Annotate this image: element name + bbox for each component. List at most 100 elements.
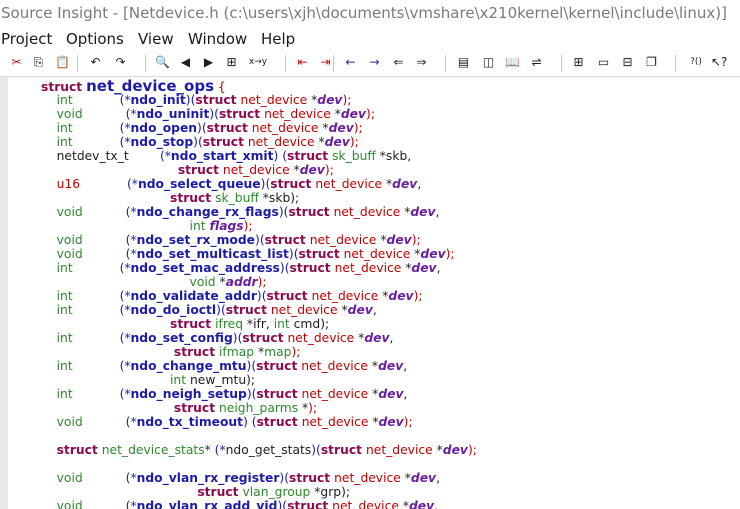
- code-token: )(: [288, 247, 299, 261]
- code-token: *: [368, 415, 379, 429]
- layout-panel-icon[interactable]: ▭: [596, 55, 611, 70]
- code-token: )(: [246, 359, 257, 373]
- code-token: map: [264, 345, 292, 359]
- code-token: *: [254, 345, 265, 359]
- code-token: dev: [420, 247, 446, 261]
- code-token: ,: [403, 387, 408, 401]
- menu-view[interactable]: View: [138, 30, 174, 48]
- symbol-window-icon[interactable]: ▤: [456, 55, 471, 70]
- code-token: cmd);: [289, 317, 330, 331]
- jump-next-icon[interactable]: ⇒: [414, 55, 429, 70]
- code-token: vlan_group: [242, 485, 311, 499]
- code-token: dev: [328, 121, 354, 135]
- code-token: *: [400, 205, 411, 219]
- code-token: ,: [417, 177, 422, 191]
- code-token: dev: [410, 471, 437, 485]
- cut-icon[interactable]: ✂: [9, 55, 24, 70]
- code-line: struct net_device_stats* (*ndo_get_stats…: [41, 443, 477, 457]
- code-token: );: [467, 443, 477, 457]
- jump-prev-icon[interactable]: ⇐: [391, 55, 406, 70]
- code-token: );: [324, 163, 334, 177]
- code-token: *: [337, 303, 348, 317]
- code-token: *: [307, 93, 318, 107]
- copy-icon[interactable]: ⎘: [31, 55, 46, 70]
- code-token: struct: [41, 80, 83, 94]
- code-token: ,: [436, 261, 441, 275]
- code-token: (*: [125, 233, 137, 247]
- redo-icon[interactable]: ↷: [113, 55, 128, 70]
- code-token: *: [398, 499, 409, 509]
- code-token: (*: [119, 359, 131, 373]
- code-line: struct net_device_ops {: [41, 79, 226, 95]
- code-token: int: [56, 359, 73, 373]
- code-token: )(: [232, 331, 243, 345]
- code-token: dev: [364, 331, 390, 345]
- context-window-icon[interactable]: ◫: [481, 55, 496, 70]
- code-token: struct: [173, 345, 216, 359]
- search-icon[interactable]: 🔍: [155, 55, 170, 70]
- menu-project[interactable]: Project: [1, 30, 52, 48]
- menu-options[interactable]: Options: [66, 30, 124, 48]
- code-token: *skb);: [258, 191, 300, 205]
- code-token: struct: [242, 331, 284, 345]
- code-token: void: [56, 205, 83, 219]
- code-token: struct: [202, 135, 244, 149]
- menu-help[interactable]: Help: [261, 30, 295, 48]
- pointer-help-icon[interactable]: ↖?: [711, 55, 727, 70]
- code-token: struct: [287, 149, 329, 163]
- code-token: *: [215, 275, 226, 289]
- paste-icon[interactable]: 📋: [55, 55, 70, 70]
- back-arrow-icon[interactable]: ←: [343, 55, 358, 70]
- code-token: )(: [279, 471, 289, 485]
- code-line: int (*ndo_neigh_setup)(struct net_device…: [41, 387, 408, 401]
- code-token: *skb,: [375, 149, 412, 163]
- bookmark-prev-icon[interactable]: ⇤: [295, 55, 310, 70]
- help-icon[interactable]: ?(): [686, 55, 706, 70]
- layout-grid-icon[interactable]: ⊞: [571, 55, 586, 70]
- title-bar: Source Insight - [Netdevice.h (c:\users\…: [0, 0, 740, 28]
- undo-icon[interactable]: ↶: [88, 55, 103, 70]
- code-token: net_device: [365, 443, 433, 457]
- code-line: int (*ndo_stop)(struct net_device *dev);: [41, 135, 359, 149]
- code-token: int: [170, 373, 187, 387]
- replace-icon[interactable]: x→y: [248, 55, 268, 70]
- window-title: Source Insight - [Netdevice.h (c:\users\…: [1, 4, 727, 22]
- code-token: dev: [386, 233, 412, 247]
- relation-icon[interactable]: ⇌: [529, 55, 544, 70]
- code-token: void: [189, 275, 216, 289]
- layout-split-icon[interactable]: ⊟: [620, 55, 635, 70]
- code-token: ,: [434, 499, 439, 509]
- code-token: (*: [159, 149, 171, 163]
- code-token: dev: [410, 205, 436, 219]
- menu-window[interactable]: Window: [188, 30, 247, 48]
- toolbar-separator: [333, 55, 334, 72]
- browse-icon[interactable]: 📖: [505, 55, 520, 70]
- code-token: )(: [311, 443, 321, 457]
- search-project-icon[interactable]: ⊞: [224, 55, 239, 70]
- code-token: struct: [264, 233, 306, 247]
- code-line: u16 (*ndo_select_queue)(struct net_devic…: [41, 177, 422, 191]
- code-token: int: [56, 261, 73, 275]
- search-forward-icon[interactable]: ▶: [201, 55, 216, 70]
- code-token: netdev_tx_t: [41, 149, 160, 163]
- search-backward-icon[interactable]: ◀: [178, 55, 193, 70]
- code-token: struct: [287, 499, 329, 509]
- code-token: )(: [216, 303, 226, 317]
- bookmark-next-icon[interactable]: ⇥: [318, 55, 333, 70]
- code-editor[interactable]: struct net_device_ops { int (*ndo_init)(…: [8, 77, 740, 509]
- code-token: dev: [411, 261, 437, 275]
- code-token: *: [314, 135, 325, 149]
- code-token: );: [366, 107, 375, 121]
- forward-arrow-icon[interactable]: →: [367, 55, 382, 70]
- code-token: struct: [289, 471, 331, 485]
- cascade-icon[interactable]: ❐: [644, 55, 659, 70]
